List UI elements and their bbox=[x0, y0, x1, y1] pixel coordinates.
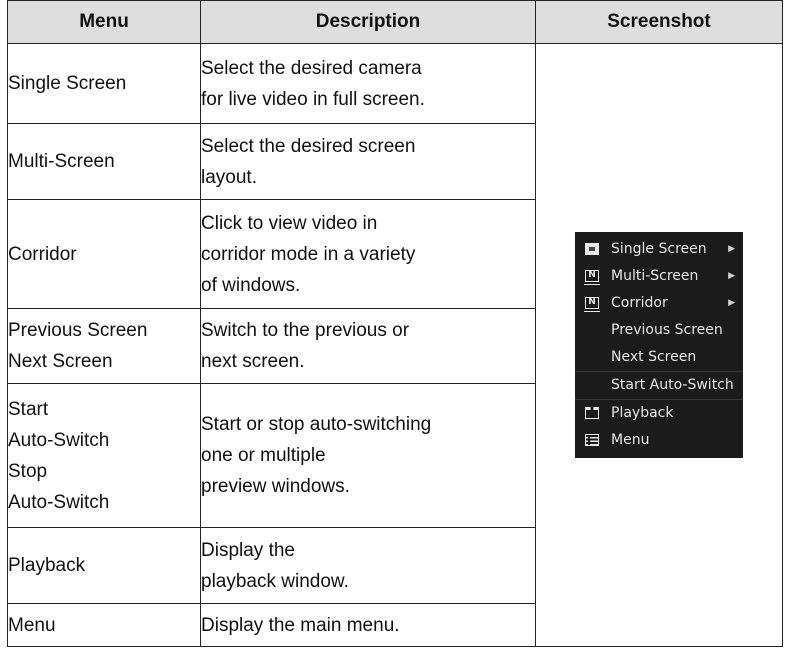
description-text: layout. bbox=[201, 166, 257, 188]
menu-text: Single Screen bbox=[8, 73, 127, 94]
menu-description-table: Menu Description Screenshot Single Scree… bbox=[7, 0, 783, 647]
chevron-right-icon: ▶ bbox=[728, 298, 735, 308]
description-text: for live video in full screen. bbox=[201, 88, 425, 110]
description-text: Click to view video in bbox=[201, 212, 378, 234]
header-description: Description bbox=[200, 0, 536, 44]
description-cell: Select the desired screen layout. bbox=[200, 123, 536, 200]
menu-cell: Single Screen bbox=[7, 43, 201, 124]
header-menu: Menu bbox=[7, 0, 201, 44]
description-text: corridor mode in a variety bbox=[201, 243, 416, 265]
description-cell: Switch to the previous or next screen. bbox=[200, 308, 536, 384]
menu-cell: Previous Screen Next Screen bbox=[7, 308, 201, 384]
description-text: next screen. bbox=[201, 351, 305, 372]
description-cell: Display the main menu. bbox=[200, 603, 536, 647]
chevron-right-icon: ▶ bbox=[728, 244, 735, 254]
context-menu: Single Screen ▶ Multi-Screen ▶ Corridor ▶ Prev… bbox=[575, 232, 743, 458]
corridor-icon bbox=[584, 297, 600, 312]
menu-text: Playback bbox=[8, 555, 86, 576]
menu-cell: Multi-Screen bbox=[7, 123, 201, 200]
description-text: Display the main menu. bbox=[201, 614, 400, 636]
context-menu-item-label: Start Auto-Switch bbox=[611, 377, 734, 393]
menu-text: Auto-Switch bbox=[8, 429, 110, 451]
context-menu-item[interactable]: Menu bbox=[575, 427, 743, 454]
menu-text: Stop bbox=[8, 460, 48, 482]
menu-text: Next Screen bbox=[8, 351, 113, 372]
menu-cell: Menu bbox=[7, 603, 201, 647]
context-menu-item[interactable]: Multi-Screen ▶ bbox=[575, 263, 743, 290]
menu-cell: Corridor bbox=[7, 199, 201, 309]
description-text: preview windows. bbox=[201, 476, 350, 497]
context-menu-item-label: Corridor bbox=[611, 295, 668, 311]
context-menu-item[interactable]: Corridor ▶ bbox=[575, 290, 743, 317]
table-row: Single Screen Select the desired camera f… bbox=[7, 43, 783, 647]
menu-cell: Playback bbox=[7, 527, 201, 604]
context-menu-item-label: Multi-Screen bbox=[611, 268, 699, 284]
context-menu-item-label: Menu bbox=[611, 432, 650, 448]
menu-text: Start bbox=[8, 398, 49, 420]
description-text: one or multiple bbox=[201, 445, 326, 466]
menu-text: Multi-Screen bbox=[8, 151, 115, 172]
screenshot-cell: Single Screen ▶ Multi-Screen ▶ Corridor ▶ Prev… bbox=[535, 43, 783, 647]
context-menu-item[interactable]: Start Auto-Switch bbox=[575, 371, 743, 399]
description-text: Display the bbox=[201, 539, 295, 561]
multi-screen-icon bbox=[584, 270, 600, 285]
context-menu-item[interactable]: Single Screen ▶ bbox=[575, 236, 743, 263]
camera-icon bbox=[585, 243, 599, 255]
description-text: playback window. bbox=[201, 570, 349, 592]
context-menu-item-label: Next Screen bbox=[611, 349, 697, 365]
description-cell: Display the playback window. bbox=[200, 527, 536, 604]
menu-list-icon bbox=[585, 434, 599, 446]
menu-text: Previous Screen bbox=[8, 320, 148, 341]
menu-text: Corridor bbox=[8, 243, 77, 265]
menu-cell: Start Auto-Switch Stop Auto-Switch bbox=[7, 383, 201, 528]
description-text: Select the desired camera bbox=[201, 57, 422, 79]
context-menu-item-label: Single Screen bbox=[611, 241, 707, 257]
header-screenshot: Screenshot bbox=[535, 0, 783, 44]
description-cell: Start or stop auto-switching one or multi… bbox=[200, 383, 536, 528]
playback-icon bbox=[585, 407, 599, 419]
menu-text: Menu bbox=[8, 614, 56, 636]
description-text: of windows. bbox=[201, 274, 301, 296]
description-text: Switch to the previous or bbox=[201, 320, 410, 341]
context-menu-item[interactable]: Next Screen bbox=[575, 344, 743, 371]
context-menu-item[interactable]: Playback bbox=[575, 399, 743, 427]
context-menu-item-label: Playback bbox=[611, 405, 674, 421]
context-menu-item[interactable]: Previous Screen bbox=[575, 317, 743, 344]
description-cell: Click to view video in corridor mode in a… bbox=[200, 199, 536, 309]
context-menu-item-label: Previous Screen bbox=[611, 322, 723, 338]
chevron-right-icon: ▶ bbox=[728, 271, 735, 281]
menu-text: Auto-Switch bbox=[8, 491, 110, 513]
description-text: Select the desired screen bbox=[201, 135, 416, 157]
header-row: Menu Description Screenshot bbox=[7, 0, 783, 44]
description-cell: Select the desired camera for live video … bbox=[200, 43, 536, 124]
description-text: Start or stop auto-switching bbox=[201, 414, 432, 435]
